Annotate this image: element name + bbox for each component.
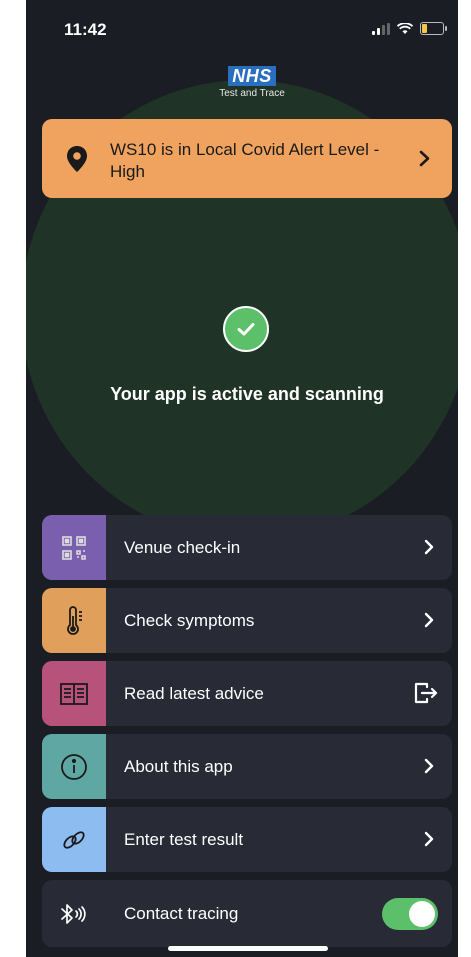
bluetooth-icon <box>42 880 106 947</box>
nhs-subtitle: Test and Trace <box>219 88 285 99</box>
signal-icon <box>372 22 390 35</box>
contact-tracing-label: Contact tracing <box>124 904 239 923</box>
chevron-right-icon <box>419 150 430 167</box>
check-symptoms-label: Check symptoms <box>124 611 255 630</box>
contact-tracing-row: Contact tracing <box>42 880 452 947</box>
status-icons <box>372 22 447 35</box>
battery-icon <box>420 22 447 35</box>
app-screen: 11:42 NHS Test and Trace WS10 is in Loca… <box>26 0 458 957</box>
enter-test-result-button[interactable]: Enter test result <box>42 807 452 872</box>
status-bar: 11:42 <box>26 0 458 56</box>
chevron-right-icon <box>424 612 434 628</box>
location-pin-icon <box>67 146 87 172</box>
chevron-right-icon <box>424 539 434 555</box>
qr-code-icon <box>42 515 106 580</box>
check-symptoms-button[interactable]: Check symptoms <box>42 588 452 653</box>
scanning-status: Your app is active and scanning <box>110 384 384 404</box>
link-icon <box>42 807 106 872</box>
about-this-app-button[interactable]: About this app <box>42 734 452 799</box>
nhs-logo: NHS Test and Trace <box>202 66 302 99</box>
toggle-knob <box>409 901 435 927</box>
info-icon <box>42 734 106 799</box>
about-this-app-label: About this app <box>124 757 233 776</box>
status-time: 11:42 <box>64 20 107 39</box>
check-icon <box>223 306 269 352</box>
covid-alert-banner[interactable]: WS10 is in Local Covid Alert Level - Hig… <box>42 119 452 198</box>
contact-tracing-toggle[interactable] <box>382 898 438 930</box>
venue-check-in-button[interactable]: Venue check-in <box>42 515 452 580</box>
chevron-right-icon <box>424 831 434 847</box>
venue-check-in-label: Venue check-in <box>124 538 241 557</box>
enter-test-result-label: Enter test result <box>124 830 244 849</box>
home-indicator[interactable] <box>168 946 328 951</box>
book-icon <box>42 661 106 726</box>
read-latest-advice-label: Read latest advice <box>124 684 264 703</box>
alert-text: WS10 is in Local Covid Alert Level - Hig… <box>110 140 380 181</box>
wifi-icon <box>397 22 413 34</box>
read-latest-advice-button[interactable]: Read latest advice <box>42 661 452 726</box>
thermometer-icon <box>42 588 106 653</box>
chevron-right-icon <box>424 758 434 774</box>
nhs-brand: NHS <box>228 66 276 86</box>
external-link-icon <box>414 682 438 704</box>
